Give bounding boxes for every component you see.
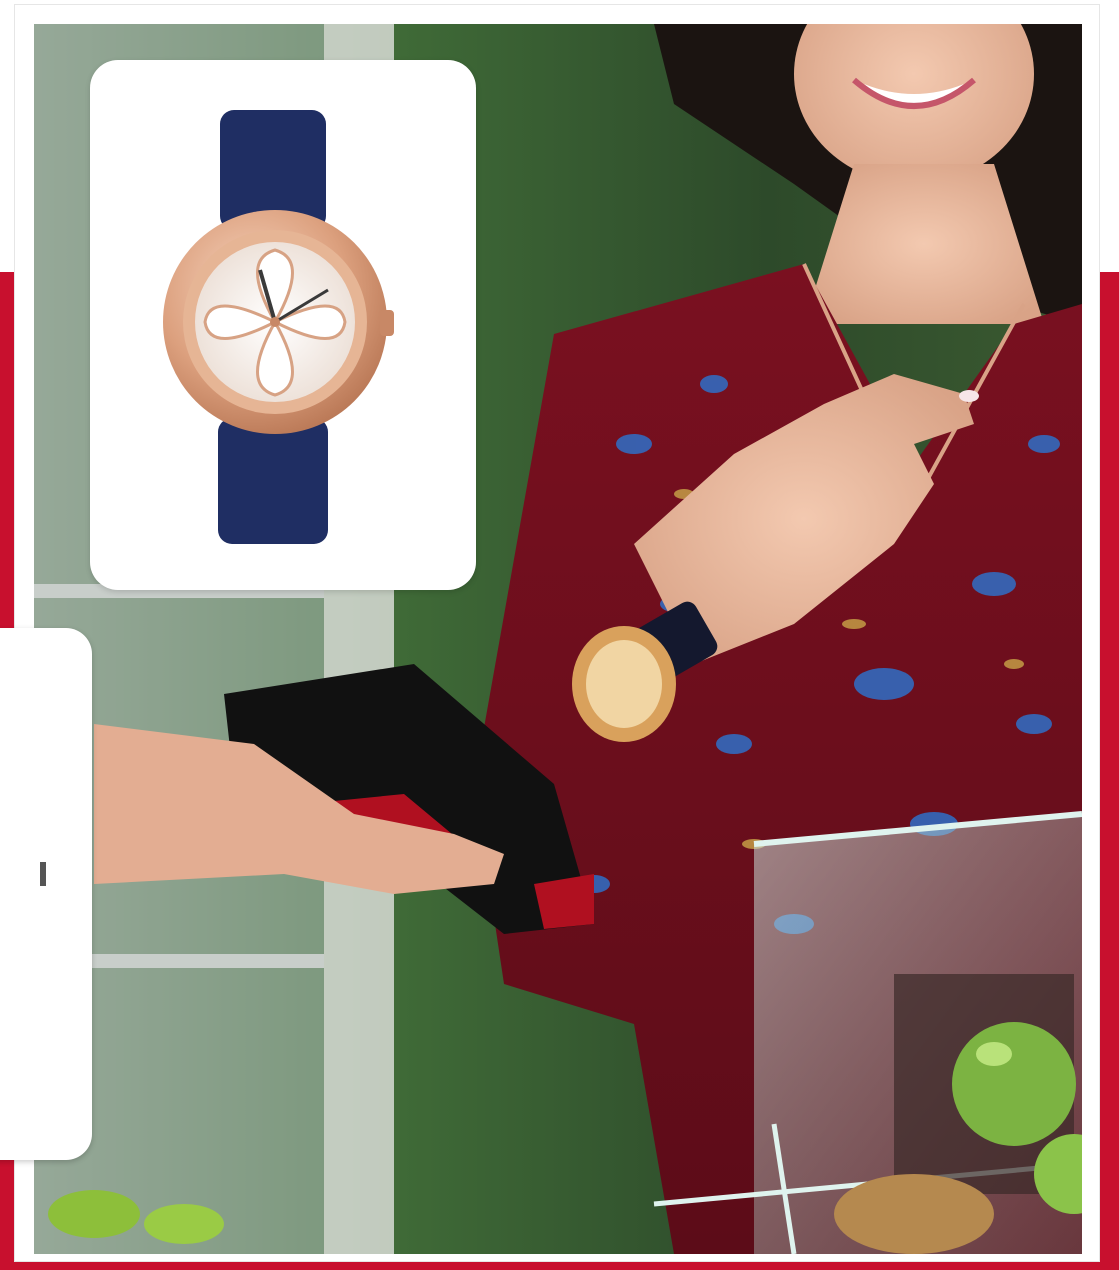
brown-fruit	[834, 1174, 994, 1254]
watch-product-card[interactable]	[90, 60, 476, 590]
background-fruit	[48, 1190, 140, 1238]
side-card-glyph	[40, 862, 46, 886]
background-fruit	[144, 1204, 224, 1244]
fingernail	[959, 390, 979, 402]
partial-side-card[interactable]	[0, 628, 92, 1160]
watch-center-pin	[270, 317, 280, 327]
green-apple	[952, 1022, 1076, 1146]
watch-crown	[380, 310, 394, 336]
worn-watch-face	[586, 640, 662, 728]
lower-strap	[218, 418, 328, 544]
apple-highlight	[976, 1042, 1012, 1066]
wristwatch-icon	[163, 110, 394, 544]
